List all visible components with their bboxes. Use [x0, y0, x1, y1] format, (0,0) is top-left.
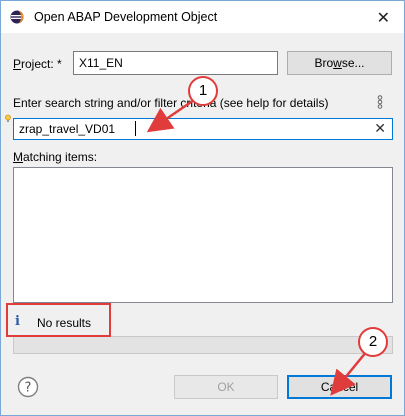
project-label: Project: *: [13, 57, 62, 71]
help-icon[interactable]: [376, 95, 384, 109]
status-highlight-box: [6, 303, 111, 337]
matching-items-label: Matching items:: [13, 150, 98, 164]
search-input[interactable]: zrap_travel_VD01 ✕: [13, 118, 393, 140]
callout-2: 2: [358, 327, 388, 357]
callout-1: 1: [188, 76, 218, 106]
matching-items-list[interactable]: [13, 167, 393, 303]
search-value: zrap_travel_VD01: [19, 122, 116, 136]
window-title: Open ABAP Development Object: [34, 10, 218, 24]
browse-label: Browse...: [314, 56, 365, 70]
eclipse-icon: [10, 10, 24, 24]
browse-button[interactable]: Browse...: [287, 51, 392, 75]
project-field[interactable]: X11_EN: [73, 51, 278, 75]
search-label: Enter search string and/or filter criter…: [13, 96, 329, 110]
text-cursor: [135, 121, 136, 136]
help-circle-icon[interactable]: ?: [17, 376, 39, 398]
dialog-window: Open ABAP Development Object ✕ Project: …: [0, 0, 405, 416]
cancel-button[interactable]: Cancel: [287, 375, 392, 399]
content-assist-icon: [5, 114, 11, 122]
title-bar: Open ABAP Development Object ✕: [1, 1, 404, 33]
close-icon[interactable]: ✕: [377, 8, 390, 28]
clear-icon[interactable]: ✕: [374, 120, 386, 137]
ok-button[interactable]: OK: [174, 375, 278, 399]
details-pane: [13, 336, 393, 354]
svg-text:?: ?: [25, 381, 32, 396]
project-value: X11_EN: [79, 56, 123, 70]
